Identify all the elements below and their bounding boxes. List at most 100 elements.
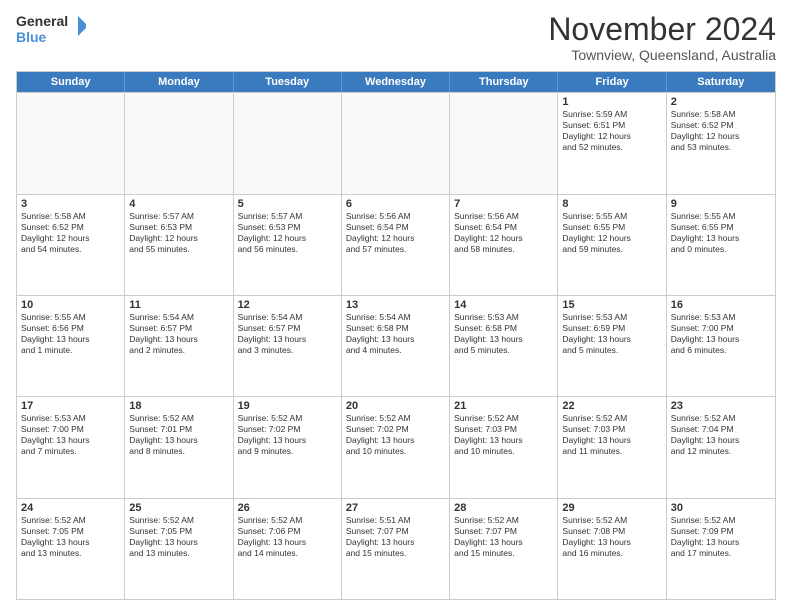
cell-info-10: Sunrise: 5:55 AMSunset: 6:56 PMDaylight:…	[21, 312, 120, 356]
day-number-28: 28	[454, 502, 553, 514]
cell-day-22: 22Sunrise: 5:52 AMSunset: 7:03 PMDayligh…	[558, 397, 666, 497]
cell-info-2: Sunrise: 5:58 AMSunset: 6:52 PMDaylight:…	[671, 109, 771, 153]
svg-text:General: General	[16, 13, 68, 29]
day-number-6: 6	[346, 198, 445, 210]
calendar-row-0: 1Sunrise: 5:59 AMSunset: 6:51 PMDaylight…	[17, 92, 775, 193]
cell-empty-r0c4	[450, 93, 558, 193]
cell-day-17: 17Sunrise: 5:53 AMSunset: 7:00 PMDayligh…	[17, 397, 125, 497]
cell-empty-r0c2	[234, 93, 342, 193]
day-number-9: 9	[671, 198, 771, 210]
header-wednesday: Wednesday	[342, 72, 450, 92]
cell-info-9: Sunrise: 5:55 AMSunset: 6:55 PMDaylight:…	[671, 211, 771, 255]
day-number-24: 24	[21, 502, 120, 514]
cell-info-19: Sunrise: 5:52 AMSunset: 7:02 PMDaylight:…	[238, 413, 337, 457]
cell-info-5: Sunrise: 5:57 AMSunset: 6:53 PMDaylight:…	[238, 211, 337, 255]
cell-info-28: Sunrise: 5:52 AMSunset: 7:07 PMDaylight:…	[454, 515, 553, 559]
cell-info-26: Sunrise: 5:52 AMSunset: 7:06 PMDaylight:…	[238, 515, 337, 559]
cell-day-9: 9Sunrise: 5:55 AMSunset: 6:55 PMDaylight…	[667, 195, 775, 295]
title-block: November 2024 Townview, Queensland, Aust…	[548, 12, 776, 63]
svg-text:Blue: Blue	[16, 29, 47, 45]
logo-svg: General Blue	[16, 12, 86, 47]
logo: General Blue	[16, 12, 86, 47]
cell-day-13: 13Sunrise: 5:54 AMSunset: 6:58 PMDayligh…	[342, 296, 450, 396]
cell-day-5: 5Sunrise: 5:57 AMSunset: 6:53 PMDaylight…	[234, 195, 342, 295]
cell-day-29: 29Sunrise: 5:52 AMSunset: 7:08 PMDayligh…	[558, 499, 666, 599]
cell-day-30: 30Sunrise: 5:52 AMSunset: 7:09 PMDayligh…	[667, 499, 775, 599]
cell-info-30: Sunrise: 5:52 AMSunset: 7:09 PMDaylight:…	[671, 515, 771, 559]
cell-day-11: 11Sunrise: 5:54 AMSunset: 6:57 PMDayligh…	[125, 296, 233, 396]
day-number-11: 11	[129, 299, 228, 311]
cell-empty-r0c0	[17, 93, 125, 193]
cell-day-24: 24Sunrise: 5:52 AMSunset: 7:05 PMDayligh…	[17, 499, 125, 599]
cell-day-3: 3Sunrise: 5:58 AMSunset: 6:52 PMDaylight…	[17, 195, 125, 295]
day-number-18: 18	[129, 400, 228, 412]
cell-info-22: Sunrise: 5:52 AMSunset: 7:03 PMDaylight:…	[562, 413, 661, 457]
day-number-20: 20	[346, 400, 445, 412]
cell-day-28: 28Sunrise: 5:52 AMSunset: 7:07 PMDayligh…	[450, 499, 558, 599]
cell-info-3: Sunrise: 5:58 AMSunset: 6:52 PMDaylight:…	[21, 211, 120, 255]
cell-info-6: Sunrise: 5:56 AMSunset: 6:54 PMDaylight:…	[346, 211, 445, 255]
header-monday: Monday	[125, 72, 233, 92]
cell-info-12: Sunrise: 5:54 AMSunset: 6:57 PMDaylight:…	[238, 312, 337, 356]
day-number-13: 13	[346, 299, 445, 311]
day-number-3: 3	[21, 198, 120, 210]
cell-day-2: 2Sunrise: 5:58 AMSunset: 6:52 PMDaylight…	[667, 93, 775, 193]
day-number-2: 2	[671, 96, 771, 108]
cell-day-12: 12Sunrise: 5:54 AMSunset: 6:57 PMDayligh…	[234, 296, 342, 396]
cell-day-19: 19Sunrise: 5:52 AMSunset: 7:02 PMDayligh…	[234, 397, 342, 497]
day-number-21: 21	[454, 400, 553, 412]
month-title: November 2024	[548, 12, 776, 47]
cell-day-21: 21Sunrise: 5:52 AMSunset: 7:03 PMDayligh…	[450, 397, 558, 497]
day-number-7: 7	[454, 198, 553, 210]
cell-info-1: Sunrise: 5:59 AMSunset: 6:51 PMDaylight:…	[562, 109, 661, 153]
day-number-1: 1	[562, 96, 661, 108]
day-number-12: 12	[238, 299, 337, 311]
cell-info-14: Sunrise: 5:53 AMSunset: 6:58 PMDaylight:…	[454, 312, 553, 356]
cell-day-7: 7Sunrise: 5:56 AMSunset: 6:54 PMDaylight…	[450, 195, 558, 295]
cell-info-20: Sunrise: 5:52 AMSunset: 7:02 PMDaylight:…	[346, 413, 445, 457]
calendar-body: 1Sunrise: 5:59 AMSunset: 6:51 PMDaylight…	[17, 92, 775, 599]
cell-info-27: Sunrise: 5:51 AMSunset: 7:07 PMDaylight:…	[346, 515, 445, 559]
header-friday: Friday	[558, 72, 666, 92]
calendar: SundayMondayTuesdayWednesdayThursdayFrid…	[16, 71, 776, 600]
calendar-row-3: 17Sunrise: 5:53 AMSunset: 7:00 PMDayligh…	[17, 396, 775, 497]
day-number-4: 4	[129, 198, 228, 210]
day-number-26: 26	[238, 502, 337, 514]
day-number-25: 25	[129, 502, 228, 514]
calendar-header: SundayMondayTuesdayWednesdayThursdayFrid…	[17, 72, 775, 92]
cell-day-27: 27Sunrise: 5:51 AMSunset: 7:07 PMDayligh…	[342, 499, 450, 599]
cell-day-6: 6Sunrise: 5:56 AMSunset: 6:54 PMDaylight…	[342, 195, 450, 295]
cell-info-8: Sunrise: 5:55 AMSunset: 6:55 PMDaylight:…	[562, 211, 661, 255]
cell-info-15: Sunrise: 5:53 AMSunset: 6:59 PMDaylight:…	[562, 312, 661, 356]
header-tuesday: Tuesday	[234, 72, 342, 92]
cell-info-11: Sunrise: 5:54 AMSunset: 6:57 PMDaylight:…	[129, 312, 228, 356]
page: General Blue November 2024 Townview, Que…	[0, 0, 792, 612]
cell-empty-r0c1	[125, 93, 233, 193]
cell-day-8: 8Sunrise: 5:55 AMSunset: 6:55 PMDaylight…	[558, 195, 666, 295]
location: Townview, Queensland, Australia	[548, 47, 776, 63]
cell-info-24: Sunrise: 5:52 AMSunset: 7:05 PMDaylight:…	[21, 515, 120, 559]
cell-day-25: 25Sunrise: 5:52 AMSunset: 7:05 PMDayligh…	[125, 499, 233, 599]
calendar-row-1: 3Sunrise: 5:58 AMSunset: 6:52 PMDaylight…	[17, 194, 775, 295]
cell-day-18: 18Sunrise: 5:52 AMSunset: 7:01 PMDayligh…	[125, 397, 233, 497]
day-number-17: 17	[21, 400, 120, 412]
cell-day-14: 14Sunrise: 5:53 AMSunset: 6:58 PMDayligh…	[450, 296, 558, 396]
cell-day-23: 23Sunrise: 5:52 AMSunset: 7:04 PMDayligh…	[667, 397, 775, 497]
day-number-8: 8	[562, 198, 661, 210]
day-number-27: 27	[346, 502, 445, 514]
day-number-22: 22	[562, 400, 661, 412]
cell-info-21: Sunrise: 5:52 AMSunset: 7:03 PMDaylight:…	[454, 413, 553, 457]
cell-info-13: Sunrise: 5:54 AMSunset: 6:58 PMDaylight:…	[346, 312, 445, 356]
cell-info-25: Sunrise: 5:52 AMSunset: 7:05 PMDaylight:…	[129, 515, 228, 559]
cell-empty-r0c3	[342, 93, 450, 193]
cell-day-10: 10Sunrise: 5:55 AMSunset: 6:56 PMDayligh…	[17, 296, 125, 396]
day-number-23: 23	[671, 400, 771, 412]
day-number-14: 14	[454, 299, 553, 311]
header-saturday: Saturday	[667, 72, 775, 92]
cell-day-4: 4Sunrise: 5:57 AMSunset: 6:53 PMDaylight…	[125, 195, 233, 295]
cell-info-7: Sunrise: 5:56 AMSunset: 6:54 PMDaylight:…	[454, 211, 553, 255]
cell-day-1: 1Sunrise: 5:59 AMSunset: 6:51 PMDaylight…	[558, 93, 666, 193]
header-thursday: Thursday	[450, 72, 558, 92]
day-number-30: 30	[671, 502, 771, 514]
cell-day-15: 15Sunrise: 5:53 AMSunset: 6:59 PMDayligh…	[558, 296, 666, 396]
